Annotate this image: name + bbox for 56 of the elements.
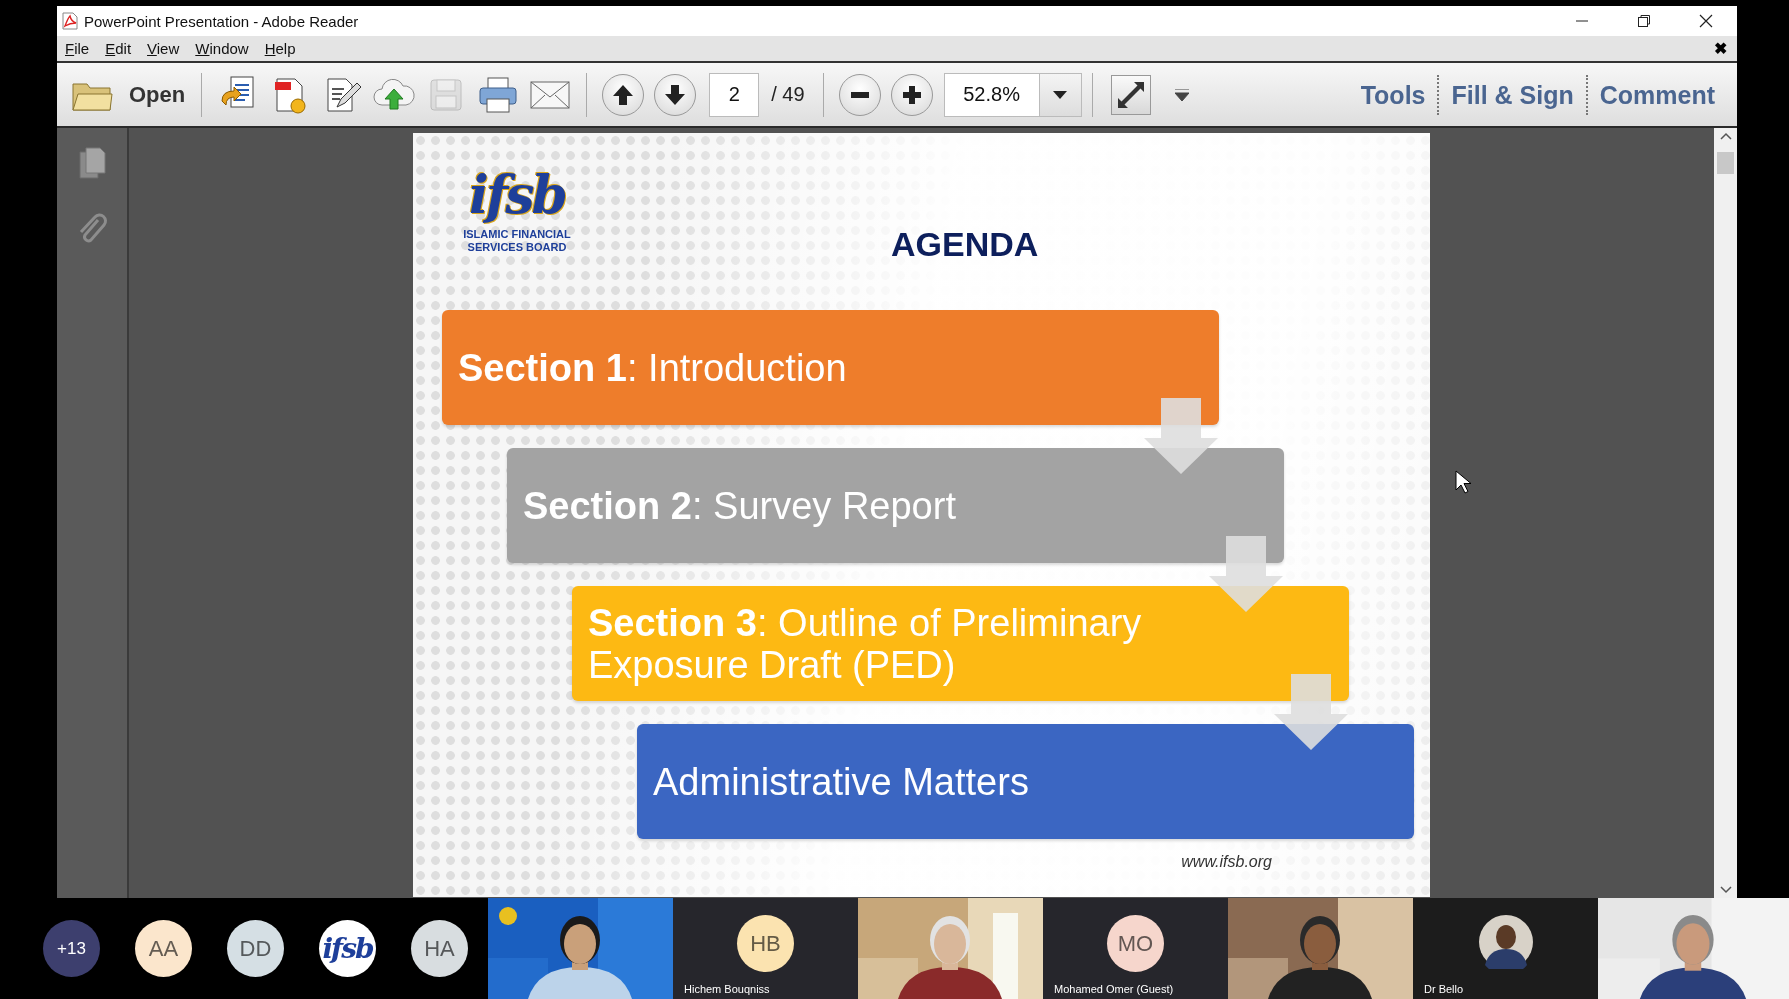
chevron-up-icon bbox=[1719, 132, 1732, 140]
zoom-field[interactable]: 52.8% bbox=[943, 72, 1040, 117]
participant-name: Dr Bello bbox=[1424, 983, 1464, 995]
agenda-section: Administrative Matters bbox=[637, 724, 1414, 839]
more-tools-button[interactable] bbox=[1174, 88, 1189, 101]
menu-item[interactable]: Edit bbox=[97, 40, 140, 57]
open-button[interactable]: Open bbox=[65, 69, 192, 120]
chevron-down-icon bbox=[1719, 886, 1732, 894]
more-participants-badge[interactable]: +13 bbox=[43, 920, 100, 977]
participant-avatar: HB bbox=[737, 915, 794, 972]
menu-item[interactable]: View bbox=[139, 40, 188, 57]
agenda-section: Section 2: Survey Report bbox=[507, 448, 1284, 563]
pdf-file-icon bbox=[62, 12, 78, 30]
pane-link[interactable]: Comment bbox=[1585, 74, 1727, 115]
down-arrow-icon bbox=[1209, 536, 1283, 612]
participant-name: Hichem Bouqniss bbox=[684, 983, 770, 995]
participant-name: Mohamed Omer (Guest) bbox=[1054, 983, 1174, 995]
pages-icon[interactable] bbox=[77, 146, 107, 180]
page-count: / 49 bbox=[771, 83, 805, 106]
slide-title: AGENDA bbox=[891, 225, 1039, 264]
page-number-field[interactable]: 2 bbox=[709, 72, 760, 117]
organization-name: ISLAMIC FINANCIAL SERVICES BOARD bbox=[462, 228, 572, 254]
restore-icon bbox=[1637, 14, 1651, 28]
agenda-section: Section 3: Outline of Preliminary Exposure Draft (PED) bbox=[572, 586, 1349, 701]
zoom-dropdown-button[interactable] bbox=[1039, 72, 1082, 117]
fullscreen-button[interactable] bbox=[1110, 74, 1151, 115]
menu-item[interactable]: Window bbox=[187, 40, 257, 57]
participant-avatar: ifsb bbox=[319, 920, 376, 977]
arrow-down-icon bbox=[663, 82, 688, 107]
menu-item[interactable]: File bbox=[57, 40, 98, 57]
next-page-button[interactable] bbox=[654, 73, 697, 116]
down-arrow-icon bbox=[1274, 674, 1348, 750]
close-icon bbox=[1699, 14, 1713, 28]
menu-item[interactable]: Help bbox=[256, 40, 304, 57]
participant-avatar: AA bbox=[135, 920, 192, 977]
printer-icon bbox=[477, 74, 520, 115]
logo: ifsb bbox=[469, 166, 565, 224]
zoom-in-button[interactable] bbox=[890, 73, 933, 116]
zoom-out-button[interactable] bbox=[838, 73, 881, 116]
participant-avatar: HA bbox=[411, 920, 468, 977]
down-arrow-icon bbox=[1144, 398, 1218, 474]
close-document-button[interactable]: ✖ bbox=[1714, 39, 1727, 58]
agenda-section: Section 1: Introduction bbox=[442, 310, 1219, 425]
caret-down-icon bbox=[1053, 90, 1068, 99]
mouse-cursor-icon bbox=[1455, 470, 1471, 494]
minus-icon bbox=[850, 91, 869, 98]
scrollbar-thumb[interactable] bbox=[1717, 152, 1734, 174]
expand-arrows-icon bbox=[1115, 79, 1146, 110]
participant-avatar: DD bbox=[227, 920, 284, 977]
website-url: www.ifsb.org bbox=[1181, 853, 1272, 871]
caret-down-icon bbox=[1174, 88, 1189, 101]
previous-page-button[interactable] bbox=[602, 73, 645, 116]
window-title: PowerPoint Presentation - Adobe Reader bbox=[84, 12, 360, 30]
pane-link[interactable]: Fill & Sign bbox=[1437, 74, 1586, 115]
participant-avatar: MO bbox=[1107, 915, 1164, 972]
pane-link[interactable]: Tools bbox=[1348, 74, 1438, 115]
